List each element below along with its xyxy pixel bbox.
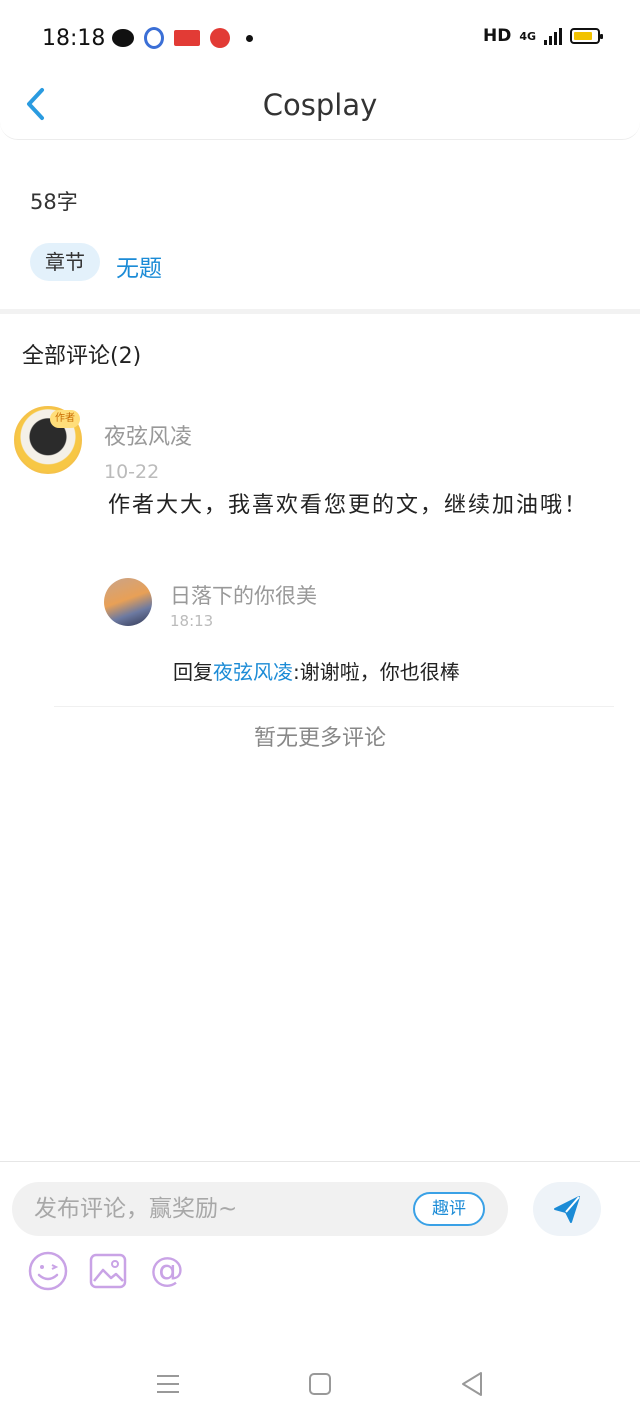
smiley-icon <box>28 1251 68 1291</box>
comment-composer: 趣评 @ <box>0 1161 640 1343</box>
comment-date: 10-22 <box>104 461 160 483</box>
notification-dot <box>246 34 253 42</box>
back-nav-button[interactable] <box>457 1369 487 1399</box>
battery-icon <box>570 28 603 44</box>
reply-avatar[interactable] <box>104 578 152 626</box>
signal-icon <box>544 27 562 45</box>
video-app-icon <box>210 28 230 48</box>
emoji-button[interactable] <box>27 1250 69 1292</box>
image-icon <box>89 1253 127 1289</box>
toutiao-icon <box>174 30 200 46</box>
status-time: 18:18 <box>42 26 106 51</box>
comment-text[interactable]: 作者大大，我喜欢看您更的文，继续加油哦！ <box>108 487 598 525</box>
image-button[interactable] <box>87 1250 129 1292</box>
no-more-comments: 暂无更多评论 <box>253 726 386 751</box>
page-title: Cosplay <box>262 88 378 122</box>
network-type: 4G <box>519 29 536 43</box>
chapter-name-link[interactable]: 无题 <box>116 249 162 283</box>
reply-target-link[interactable]: 夜弦风凌 <box>213 660 293 684</box>
commenter-name[interactable]: 夜弦风凌 <box>104 419 192 451</box>
comment-page: 18:18 HD 4G Cosplay 58字 章节 无题 全部评论(2) 作者… <box>0 0 640 1422</box>
send-icon <box>554 1196 580 1223</box>
comments-title: 全部评论(2) <box>22 344 142 369</box>
menu-button[interactable] <box>153 1369 183 1399</box>
word-count: 58字 <box>30 190 78 214</box>
battery-fill <box>574 32 592 40</box>
home-square-icon <box>309 1373 331 1395</box>
status-right: HD 4G <box>482 26 603 46</box>
notification-icons <box>112 27 253 49</box>
baidu-icon <box>144 27 164 49</box>
system-nav-bar <box>0 1343 640 1422</box>
mention-button[interactable]: @ <box>146 1250 188 1292</box>
menu-icon <box>157 1375 179 1393</box>
reply-body: :谢谢啦，你也很棒 <box>293 660 460 684</box>
reply-prefix: 回复 <box>173 660 213 684</box>
svg-text:@: @ <box>150 1250 184 1290</box>
reply-author-name[interactable]: 日落下的你很美 <box>170 580 317 610</box>
reply-text[interactable]: 回复夜弦风凌:谢谢啦，你也很棒 <box>173 656 460 685</box>
section-divider <box>0 309 640 314</box>
send-button[interactable] <box>533 1182 601 1236</box>
wechat-icon <box>112 29 134 47</box>
divider <box>54 706 614 707</box>
hd-label: HD <box>482 26 512 46</box>
home-button[interactable] <box>305 1369 335 1399</box>
author-badge: 作者 <box>50 410 80 428</box>
back-triangle-icon <box>462 1372 482 1396</box>
header: Cosplay <box>0 64 640 140</box>
reply-time: 18:13 <box>170 612 214 630</box>
quping-button[interactable]: 趣评 <box>413 1192 485 1226</box>
at-icon: @ <box>150 1250 184 1290</box>
chapter-tag: 章节 <box>30 243 100 281</box>
